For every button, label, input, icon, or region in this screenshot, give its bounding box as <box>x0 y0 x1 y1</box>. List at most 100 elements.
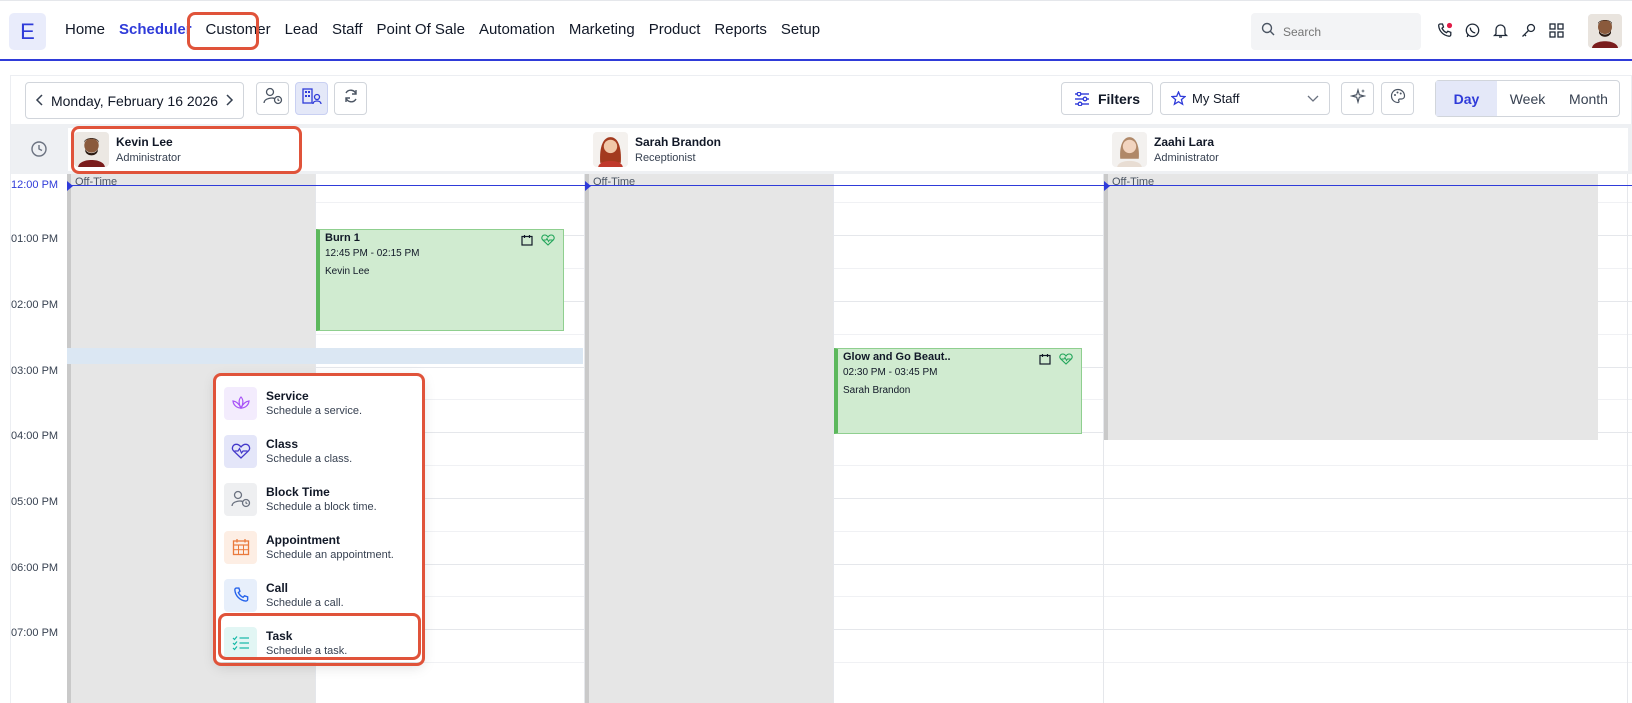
nav-product[interactable]: Product <box>649 21 701 38</box>
off-time-label: Off-Time <box>1112 176 1155 188</box>
date-picker[interactable]: Monday, February 16 2026 <box>25 82 244 119</box>
staff-select-value: My Staff <box>1192 91 1240 106</box>
off-time-label: Off-Time <box>75 176 118 188</box>
user-clock-icon <box>262 87 283 110</box>
staff-availability-button[interactable] <box>256 82 289 115</box>
scheduler-toolbar: Monday, February 16 2026 Filters My Staf… <box>10 75 1632 124</box>
nav-scheduler[interactable]: Scheduler <box>119 21 192 38</box>
bell-icon[interactable] <box>1491 19 1509 41</box>
refresh-button[interactable] <box>334 82 367 115</box>
heartbeat-icon <box>1059 353 1073 365</box>
selected-time-slot[interactable] <box>67 348 583 364</box>
time-label: 03:00 PM <box>11 365 59 377</box>
menu-item-block-time[interactable]: Block Time Schedule a block time. <box>224 477 414 521</box>
current-time-marker <box>67 181 73 191</box>
clock-icon <box>11 124 67 174</box>
palette-icon <box>1390 88 1406 109</box>
staff-role: Administrator <box>1154 152 1219 164</box>
menu-item-desc: Schedule a service. <box>266 405 362 417</box>
search-input[interactable] <box>1283 24 1403 39</box>
menu-item-desc: Schedule a call. <box>266 597 344 609</box>
star-icon <box>1171 91 1186 106</box>
menu-item-title: Class <box>266 437 299 451</box>
nav-point-of-sale[interactable]: Point Of Sale <box>377 21 465 38</box>
current-date[interactable]: Monday, February 16 2026 <box>51 93 218 109</box>
building-users-icon <box>301 87 322 110</box>
ai-sparkle-button[interactable] <box>1341 82 1374 115</box>
nav-lead[interactable]: Lead <box>285 21 318 38</box>
key-icon[interactable] <box>1519 19 1537 41</box>
staff-photo <box>1112 132 1147 167</box>
current-time-marker <box>1104 181 1110 191</box>
top-icons <box>1430 19 1570 41</box>
time-label: 02:00 PM <box>11 299 59 311</box>
event-time: 12:45 PM - 02:15 PM <box>325 248 420 259</box>
resource-view-button[interactable] <box>295 82 328 115</box>
off-time-block[interactable]: Off-Time <box>1104 174 1598 440</box>
color-theme-button[interactable] <box>1381 82 1414 115</box>
view-month-tab[interactable]: Month <box>1558 81 1619 116</box>
current-time-line <box>67 185 1632 186</box>
menu-item-desc: Schedule a class. <box>266 453 353 465</box>
filters-button[interactable]: Filters <box>1061 82 1153 115</box>
menu-item-task[interactable]: Task Schedule a task. <box>224 621 414 665</box>
staff-role: Receptionist <box>635 152 696 164</box>
nav-reports[interactable]: Reports <box>714 21 767 38</box>
nav-home[interactable]: Home <box>65 21 105 38</box>
checklist-icon <box>224 626 257 660</box>
appointment-event[interactable]: Glow and Go Beaut.. 02:30 PM - 03:45 PM … <box>834 348 1082 434</box>
nav-marketing[interactable]: Marketing <box>569 21 635 38</box>
chevron-left-icon[interactable] <box>35 93 45 109</box>
menu-item-call[interactable]: Call Schedule a call. <box>224 573 414 617</box>
heartbeat-icon <box>541 234 555 246</box>
calendar-check-icon <box>521 234 533 246</box>
view-week-tab[interactable]: Week <box>1497 81 1558 116</box>
time-label: 01:00 PM <box>11 233 59 245</box>
search-box[interactable] <box>1251 13 1421 50</box>
nav-customer[interactable]: Customer <box>206 21 271 38</box>
event-staff: Kevin Lee <box>325 266 370 277</box>
staff-name: Sarah Brandon <box>635 135 722 149</box>
event-time: 02:30 PM - 03:45 PM <box>843 367 938 378</box>
nav-staff[interactable]: Staff <box>332 21 363 38</box>
time-label: 05:00 PM <box>11 496 59 508</box>
chevron-right-icon[interactable] <box>224 93 234 109</box>
staff-select[interactable]: My Staff <box>1160 82 1330 115</box>
menu-item-class[interactable]: Class Schedule a class. <box>224 429 414 473</box>
nav-automation[interactable]: Automation <box>479 21 555 38</box>
refresh-icon <box>343 88 359 109</box>
appointment-event[interactable]: Burn 1 12:45 PM - 02:15 PM Kevin Lee <box>316 229 564 331</box>
filters-label: Filters <box>1097 90 1140 107</box>
view-switcher: Day Week Month <box>1435 80 1620 117</box>
sliders-icon <box>1074 91 1090 106</box>
event-staff: Sarah Brandon <box>843 385 911 396</box>
menu-item-title: Block Time <box>266 485 330 499</box>
app-logo[interactable]: E <box>9 13 46 50</box>
staff-name: Zaahi Lara <box>1154 135 1215 149</box>
menu-item-title: Appointment <box>266 533 340 547</box>
time-label: 04:00 PM <box>11 430 59 442</box>
menu-item-title: Service <box>266 389 309 403</box>
nav-setup[interactable]: Setup <box>781 21 820 38</box>
menu-item-service[interactable]: Service Schedule a service. <box>224 381 414 425</box>
create-event-menu: Service Schedule a service. Class Schedu… <box>216 375 422 662</box>
staff-column-header[interactable]: Zaahi Lara Administrator <box>1106 128 1628 171</box>
menu-item-appointment[interactable]: Appointment Schedule an appointment. <box>224 525 414 569</box>
calendar-check-icon <box>1039 353 1051 365</box>
staff-column-header[interactable]: Sarah Brandon Receptionist <box>587 128 1114 171</box>
time-label: 06:00 PM <box>11 562 59 574</box>
staff-column-header[interactable]: Kevin Lee Administrator <box>68 128 595 171</box>
search-icon <box>1261 22 1275 41</box>
main-nav: Home Scheduler Customer Lead Staff Point… <box>58 21 827 38</box>
column-divider <box>1627 174 1628 703</box>
user-avatar[interactable] <box>1588 14 1622 48</box>
current-time-marker <box>585 181 591 191</box>
apps-grid-icon[interactable] <box>1547 19 1565 41</box>
menu-item-title: Call <box>266 581 289 595</box>
phone-icon[interactable] <box>1435 19 1453 41</box>
staff-role: Administrator <box>116 152 181 164</box>
sparkle-icon <box>1349 87 1366 109</box>
view-day-tab[interactable]: Day <box>1436 81 1497 116</box>
whatsapp-icon[interactable] <box>1463 19 1481 41</box>
off-time-block[interactable]: Off-Time <box>585 174 833 703</box>
